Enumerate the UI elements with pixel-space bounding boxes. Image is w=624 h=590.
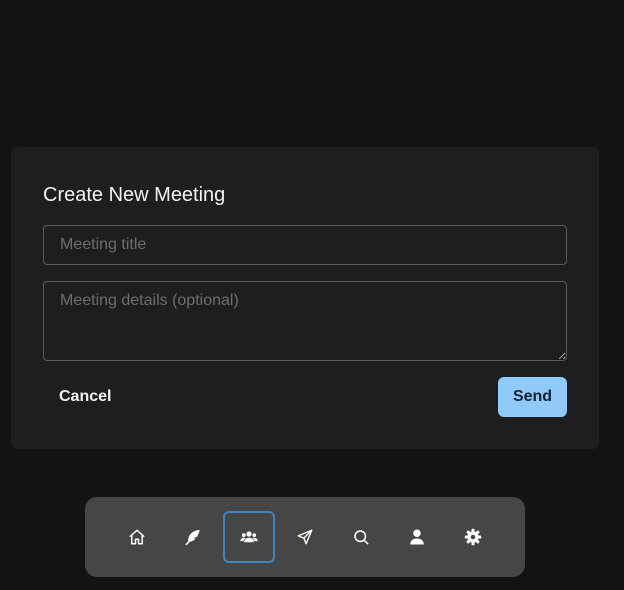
search-icon <box>354 530 369 545</box>
nav-item-send[interactable] <box>279 511 331 563</box>
users-icon <box>240 531 258 543</box>
nav-item-search[interactable] <box>335 511 387 563</box>
send-icon <box>297 529 313 545</box>
feather-icon <box>185 529 200 546</box>
nav-item-settings[interactable] <box>447 511 499 563</box>
nav-item-feather[interactable] <box>167 511 219 563</box>
create-meeting-dialog: Create New Meeting Cancel Send <box>11 147 599 449</box>
dialog-title: Create New Meeting <box>43 184 226 206</box>
user-icon <box>410 529 424 545</box>
bottom-nav-bar <box>85 497 525 577</box>
gear-icon <box>464 528 482 546</box>
nav-item-home[interactable] <box>111 511 163 563</box>
nav-item-meetings[interactable] <box>223 511 275 563</box>
send-button[interactable]: Send <box>498 377 567 417</box>
page: Create New Meeting Cancel Send <box>0 0 624 590</box>
nav-item-profile[interactable] <box>391 511 443 563</box>
meeting-details-input[interactable] <box>43 281 567 361</box>
home-icon <box>129 529 145 545</box>
meeting-title-input[interactable] <box>43 225 567 265</box>
cancel-button[interactable]: Cancel <box>43 377 127 417</box>
